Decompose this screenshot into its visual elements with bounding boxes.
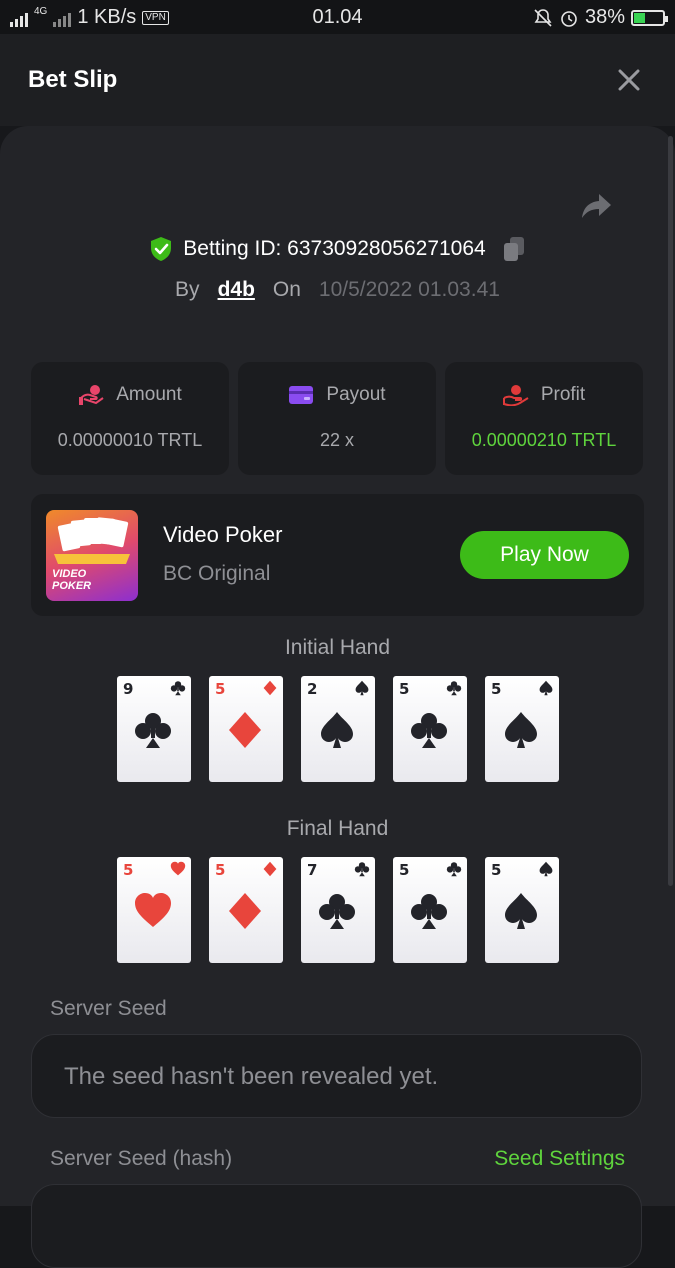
amount-value: 0.00000010 TRTL bbox=[57, 430, 203, 450]
betting-id-row: Betting ID: 63730928056271064 bbox=[0, 236, 675, 262]
diamond-suit-icon bbox=[263, 861, 277, 877]
status-right: 38% bbox=[533, 6, 668, 29]
payout-value: 22 x bbox=[319, 430, 355, 450]
club-suit-icon bbox=[354, 862, 370, 877]
spade-suit-icon bbox=[539, 680, 553, 696]
initial-card-5: 5 bbox=[485, 676, 559, 782]
final-card-3: 7 bbox=[301, 857, 375, 963]
final-hand-title: Final Hand bbox=[286, 817, 389, 840]
alarm-icon bbox=[561, 10, 577, 27]
initial-card-2: 5 bbox=[209, 676, 283, 782]
club-suit-icon bbox=[446, 862, 462, 877]
final-card-1: 5 bbox=[117, 857, 191, 963]
spade-suit-icon bbox=[355, 680, 369, 696]
club-suit-icon bbox=[319, 894, 355, 929]
initial-card-4: 5 bbox=[393, 676, 467, 782]
close-icon[interactable] bbox=[617, 68, 641, 92]
diamond-suit-icon bbox=[229, 893, 261, 929]
profit-value: 0.00000210 TRTL bbox=[471, 430, 617, 450]
seed-settings-link[interactable]: Seed Settings bbox=[494, 1147, 625, 1171]
wallet-icon bbox=[289, 386, 314, 404]
card-rank: 5 bbox=[491, 680, 502, 698]
payout-card: Payout 22 x bbox=[238, 362, 436, 475]
game-card: VIDEO POKER Video Poker BC Original Play… bbox=[31, 494, 644, 616]
amount-label: Amount bbox=[116, 384, 182, 405]
on-label: On bbox=[272, 278, 301, 301]
game-subtitle: BC Original bbox=[163, 562, 271, 585]
card-rank: 5 bbox=[123, 861, 134, 879]
card-rank: 5 bbox=[215, 861, 226, 879]
final-card-2: 5 bbox=[209, 857, 283, 963]
verified-shield-icon bbox=[151, 237, 172, 261]
profit-label: Profit bbox=[540, 384, 586, 405]
club-suit-icon bbox=[170, 681, 186, 696]
diamond-suit-icon bbox=[229, 712, 261, 748]
battery-percent: 38% bbox=[584, 6, 625, 28]
page-title: Bet Slip bbox=[28, 66, 118, 93]
initial-hand-cards: 9 5 2 5 5 bbox=[117, 676, 559, 782]
bet-slip-header: Bet Slip bbox=[0, 34, 675, 126]
betting-id: Betting ID: 63730928056271064 bbox=[183, 237, 486, 260]
server-seed-label: Server Seed bbox=[50, 997, 167, 1020]
server-seed-placeholder: The seed hasn't been revealed yet. bbox=[64, 1063, 439, 1090]
spade-suit-icon bbox=[505, 893, 537, 929]
user-link[interactable]: d4b bbox=[218, 278, 255, 302]
club-suit-icon bbox=[446, 681, 462, 696]
game-name: Video Poker bbox=[163, 522, 283, 547]
final-card-4: 5 bbox=[393, 857, 467, 963]
thumbnail-text: VIDEO POKER bbox=[52, 568, 92, 592]
amount-icon bbox=[79, 385, 104, 405]
initial-card-3: 2 bbox=[301, 676, 375, 782]
profit-card: Profit 0.00000210 TRTL bbox=[445, 362, 643, 475]
mute-bell-icon bbox=[534, 8, 552, 27]
heart-suit-icon bbox=[135, 893, 171, 927]
payout-label: Payout bbox=[326, 384, 386, 405]
bet-details-panel: Betting ID: 63730928056271064 By d4b On … bbox=[0, 126, 675, 1268]
copy-icon[interactable] bbox=[502, 236, 526, 262]
status-bar: 4G 1 KB/s VPN 01.04 38% bbox=[0, 0, 675, 34]
final-hand-cards: 5 5 7 5 5 bbox=[117, 857, 559, 963]
server-seed-hash-field[interactable] bbox=[31, 1184, 642, 1268]
club-suit-icon bbox=[135, 713, 171, 748]
spade-suit-icon bbox=[539, 861, 553, 877]
bet-stats: Amount 0.00000010 TRTL Payout 22 x Profi… bbox=[31, 362, 643, 475]
play-now-button[interactable]: Play Now bbox=[460, 531, 629, 579]
card-rank: 5 bbox=[399, 861, 410, 879]
card-rank: 5 bbox=[399, 680, 410, 698]
initial-hand-title: Initial Hand bbox=[284, 636, 391, 659]
battery-icon bbox=[631, 9, 668, 26]
card-rank: 5 bbox=[215, 680, 226, 698]
by-label: By bbox=[175, 278, 200, 301]
final-card-5: 5 bbox=[485, 857, 559, 963]
amount-card: Amount 0.00000010 TRTL bbox=[31, 362, 229, 475]
bet-date: 10/5/2022 01.03.41 bbox=[318, 278, 500, 301]
card-rank: 2 bbox=[307, 680, 318, 698]
card-rank: 7 bbox=[307, 861, 318, 879]
share-icon[interactable] bbox=[580, 192, 612, 220]
server-seed-hash-label: Server Seed (hash) bbox=[50, 1147, 233, 1170]
initial-card-1: 9 bbox=[117, 676, 191, 782]
server-seed-field[interactable]: The seed hasn't been revealed yet. bbox=[31, 1034, 642, 1118]
bet-byline: By d4b On 10/5/2022 01.03.41 bbox=[0, 278, 675, 302]
heart-suit-icon bbox=[170, 861, 186, 876]
profit-icon bbox=[502, 385, 529, 406]
card-rank: 9 bbox=[123, 680, 134, 698]
card-rank: 5 bbox=[491, 861, 502, 879]
spade-suit-icon bbox=[505, 712, 537, 748]
video-poker-thumbnail[interactable]: VIDEO POKER bbox=[46, 510, 138, 601]
club-suit-icon bbox=[411, 894, 447, 929]
club-suit-icon bbox=[411, 713, 447, 748]
spade-suit-icon bbox=[321, 712, 353, 748]
diamond-suit-icon bbox=[263, 680, 277, 696]
